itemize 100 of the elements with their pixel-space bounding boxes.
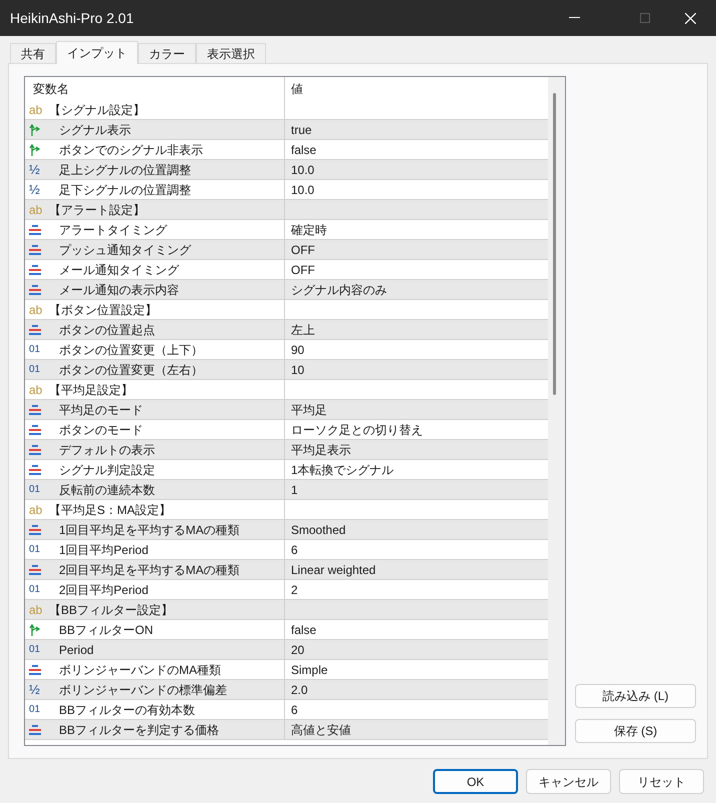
parameter-name: ボリンジャーバンドのMA種類 xyxy=(58,662,221,678)
parameter-name: BBフィルターの有効本数 xyxy=(58,702,196,718)
integer-type-icon: 01 xyxy=(29,482,40,497)
fraction-type-icon: ½ xyxy=(29,160,40,180)
parameter-name: ボタンの位置変更（左右） xyxy=(58,362,203,378)
integer-type-icon: 01 xyxy=(29,362,40,377)
minimize-icon[interactable] xyxy=(569,17,580,19)
parameter-name: ボタンの位置起点 xyxy=(58,322,155,338)
list-icon xyxy=(29,424,41,434)
parameter-value[interactable]: false xyxy=(291,620,316,638)
parameter-value[interactable]: 10 xyxy=(291,360,304,378)
parameter-value[interactable]: Linear weighted xyxy=(291,560,376,578)
parameter-name: 2回目平均Period xyxy=(58,582,148,598)
side-button[interactable]: 保存 (S) xyxy=(575,719,696,743)
parameter-name: 反転前の連続本数 xyxy=(58,482,155,498)
parameter-name: 2回目平均足を平均するMAの種類 xyxy=(58,562,240,578)
parameter-name: メール通知の表示内容 xyxy=(58,282,179,298)
parameter-value[interactable]: シグナル内容のみ xyxy=(291,280,387,298)
parameter-value[interactable]: 10.0 xyxy=(291,160,314,178)
parameter-value[interactable]: 平均足 xyxy=(291,400,327,418)
list-icon xyxy=(29,224,41,234)
parameter-value[interactable]: 2.0 xyxy=(291,680,308,698)
parameter-name: ボタンのモード xyxy=(58,422,143,438)
parameter-value[interactable]: 90 xyxy=(291,340,304,358)
string-type-icon: ab xyxy=(29,380,42,398)
group-label: 【アラート設定】 xyxy=(49,202,145,218)
list-icon xyxy=(29,664,41,674)
group-label: 【平均足設定】 xyxy=(49,382,133,398)
arrow-icon xyxy=(29,144,42,156)
column-header: 値 xyxy=(290,80,304,98)
scrollbar-thumb[interactable] xyxy=(553,93,556,395)
string-type-icon: ab xyxy=(29,100,42,118)
tab[interactable]: インプット xyxy=(56,41,138,64)
parameter-name: 1回目平均足を平均するMAの種類 xyxy=(58,522,240,538)
parameter-value[interactable]: 6 xyxy=(291,700,298,718)
parameter-value[interactable]: 6 xyxy=(291,540,298,558)
parameter-value[interactable]: 高値と安値 xyxy=(291,720,351,738)
string-type-icon: ab xyxy=(29,500,42,518)
dialog-button[interactable]: リセット xyxy=(619,769,704,794)
group-label: 【BBフィルター設定】 xyxy=(49,602,174,618)
parameter-name: ボタンでのシグナル非表示 xyxy=(58,142,203,158)
integer-type-icon: 01 xyxy=(29,582,40,597)
parameter-value[interactable]: OFF xyxy=(291,240,315,258)
maximize-icon xyxy=(640,13,650,23)
list-icon xyxy=(29,244,41,254)
parameter-name: シグナル判定設定 xyxy=(58,462,155,478)
close-icon[interactable] xyxy=(685,12,696,24)
parameter-value[interactable]: 平均足表示 xyxy=(291,440,351,458)
integer-type-icon: 01 xyxy=(29,642,40,657)
list-icon xyxy=(29,404,41,414)
parameter-value[interactable]: 左上 xyxy=(291,320,315,338)
parameter-value[interactable]: 20 xyxy=(291,640,304,658)
parameter-value[interactable]: 1本転換でシグナル xyxy=(291,460,394,478)
parameter-name: ボタンの位置変更（上下） xyxy=(58,342,203,358)
list-icon xyxy=(29,444,41,454)
list-icon xyxy=(29,324,41,334)
fraction-type-icon: ½ xyxy=(29,180,40,200)
tab[interactable]: 共有 xyxy=(10,43,56,63)
parameter-name: BBフィルターを判定する価格 xyxy=(58,722,220,738)
parameter-name: 1回目平均Period xyxy=(58,542,148,558)
side-button[interactable]: 読み込み (L) xyxy=(575,684,696,708)
integer-type-icon: 01 xyxy=(29,342,40,357)
parameter-name: メール通知タイミング xyxy=(58,262,179,278)
parameter-name: 足上シグナルの位置調整 xyxy=(58,162,191,178)
parameter-value[interactable]: 1 xyxy=(291,480,298,498)
arrow-icon xyxy=(29,624,42,636)
parameter-value[interactable]: true xyxy=(291,120,312,138)
group-label: 【シグナル設定】 xyxy=(49,102,145,118)
parameter-value[interactable]: Smoothed xyxy=(291,520,346,538)
window-title: HeikinAshi-Pro 2.01 xyxy=(10,8,134,28)
list-icon xyxy=(29,284,41,294)
string-type-icon: ab xyxy=(29,600,42,618)
parameter-value[interactable]: 10.0 xyxy=(291,180,314,198)
parameter-name: シグナル表示 xyxy=(58,122,131,138)
parameter-value[interactable]: false xyxy=(291,140,316,158)
integer-type-icon: 01 xyxy=(29,702,40,717)
string-type-icon: ab xyxy=(29,200,42,218)
parameter-value[interactable]: 2 xyxy=(291,580,298,598)
parameter-name: 平均足のモード xyxy=(58,402,143,418)
tab[interactable]: 表示選択 xyxy=(196,43,266,63)
parameter-name: デフォルトの表示 xyxy=(58,442,155,458)
fraction-type-icon: ½ xyxy=(29,680,40,700)
parameter-value[interactable]: ローソク足との切り替え xyxy=(291,420,423,438)
string-type-icon: ab xyxy=(29,300,42,318)
group-label: 【平均足S：MA設定】 xyxy=(49,502,172,518)
dialog-button[interactable]: キャンセル xyxy=(526,769,611,794)
parameter-name: プッシュ通知タイミング xyxy=(58,242,191,258)
parameter-name: 足下シグナルの位置調整 xyxy=(58,182,191,198)
tab[interactable]: カラー xyxy=(138,43,196,63)
parameter-value[interactable]: 確定時 xyxy=(291,220,327,238)
parameter-name: BBフィルターON xyxy=(58,622,154,638)
integer-type-icon: 01 xyxy=(29,542,40,557)
parameter-value[interactable]: OFF xyxy=(291,260,315,278)
parameter-value[interactable]: Simple xyxy=(291,660,328,678)
parameter-name: ボリンジャーバンドの標準偏差 xyxy=(58,682,227,698)
list-icon xyxy=(29,464,41,474)
list-icon xyxy=(29,564,41,574)
dialog-button[interactable]: OK xyxy=(433,769,518,794)
arrow-icon xyxy=(29,124,42,136)
parameter-name: アラートタイミング xyxy=(58,222,167,238)
